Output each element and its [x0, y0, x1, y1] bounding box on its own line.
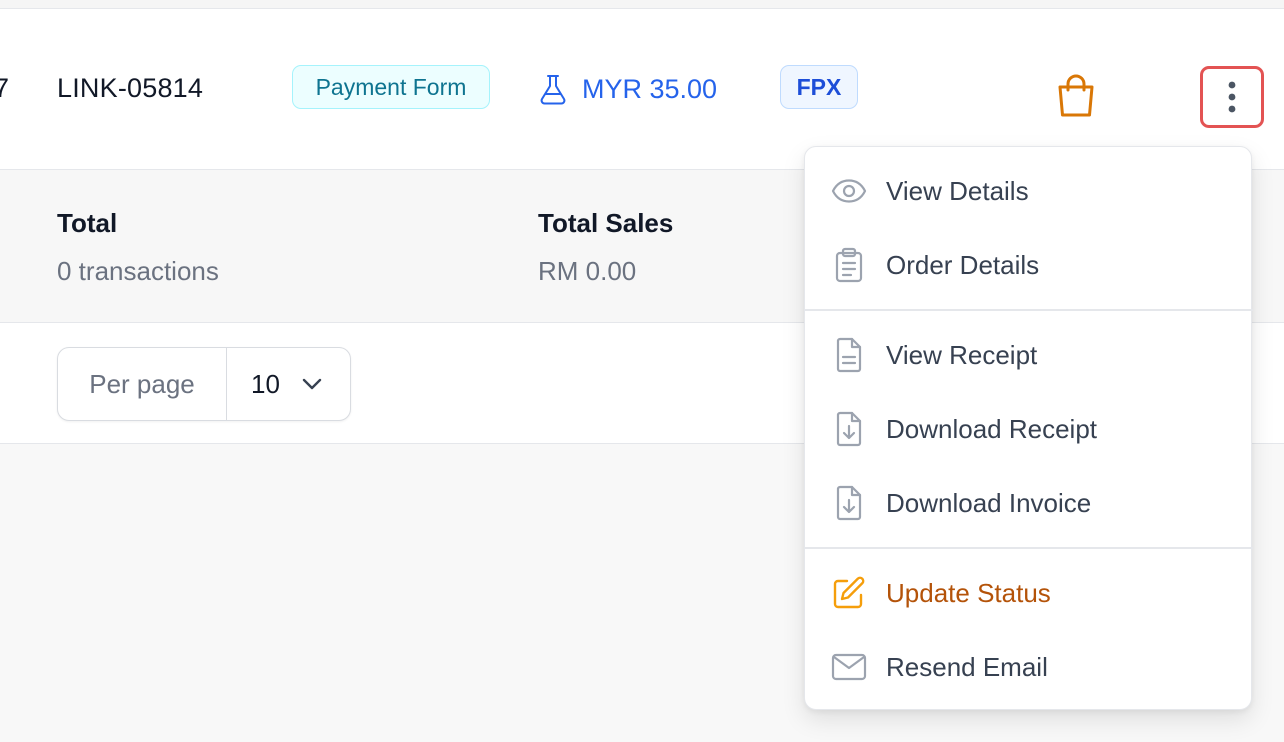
- per-page-value: 10: [251, 368, 280, 399]
- menu-item-label: View Details: [886, 175, 1029, 206]
- total-sales-label: Total Sales: [538, 208, 674, 238]
- menu-item-view-receipt[interactable]: View Receipt: [805, 325, 1253, 385]
- document-icon: [829, 335, 869, 375]
- transactions-page: 7 LINK-05814 Payment Form MYR 35.00 FPX: [0, 0, 1284, 742]
- amount-value: MYR 35.00: [582, 73, 718, 104]
- flask-icon: [538, 73, 568, 105]
- menu-item-label: Resend Email: [886, 651, 1048, 682]
- menu-item-resend-email[interactable]: Resend Email: [805, 637, 1253, 697]
- total-sales-value: RM 0.00: [538, 256, 637, 286]
- shopping-bag-icon: [1055, 73, 1097, 119]
- per-page-label: Per page: [58, 348, 227, 420]
- type-badge: Payment Form: [292, 65, 490, 109]
- menu-item-order-details[interactable]: Order Details: [805, 235, 1253, 295]
- link-id: LINK-05814: [57, 73, 204, 103]
- clipboard-list-icon: [829, 245, 869, 285]
- menu-item-label: Download Invoice: [886, 487, 1092, 518]
- per-page-control: Per page 10: [57, 347, 351, 421]
- pencil-square-icon: [829, 573, 869, 613]
- menu-item-label: View Receipt: [886, 339, 1038, 370]
- menu-item-label: Order Details: [886, 249, 1040, 280]
- menu-item-label: Update Status: [886, 577, 1051, 608]
- row-actions-menu: View Details Order Details View Receipt …: [804, 146, 1253, 710]
- menu-item-download-receipt[interactable]: Download Receipt: [805, 399, 1253, 459]
- truncated-cell-text: 7: [0, 73, 10, 103]
- row-actions-button[interactable]: [1200, 66, 1264, 128]
- chevron-down-icon: [302, 378, 322, 390]
- total-value: 0 transactions: [57, 256, 219, 286]
- per-page-select[interactable]: 10: [227, 348, 350, 420]
- menu-item-label: Download Receipt: [886, 413, 1098, 444]
- document-download-icon: [829, 483, 869, 523]
- menu-item-download-invoice[interactable]: Download Invoice: [805, 473, 1253, 533]
- document-download-icon: [829, 409, 869, 449]
- menu-divider: [805, 309, 1253, 311]
- total-label: Total: [57, 208, 118, 238]
- kebab-menu-icon: [1227, 80, 1237, 114]
- menu-divider: [805, 547, 1253, 549]
- envelope-icon: [829, 647, 869, 687]
- payment-method-badge: FPX: [780, 65, 858, 109]
- amount-cell: MYR 35.00: [538, 69, 717, 109]
- menu-item-view-details[interactable]: View Details: [805, 161, 1253, 221]
- eye-icon: [829, 171, 869, 211]
- table-top-strip: [0, 0, 1284, 9]
- menu-item-update-status[interactable]: Update Status: [805, 563, 1253, 623]
